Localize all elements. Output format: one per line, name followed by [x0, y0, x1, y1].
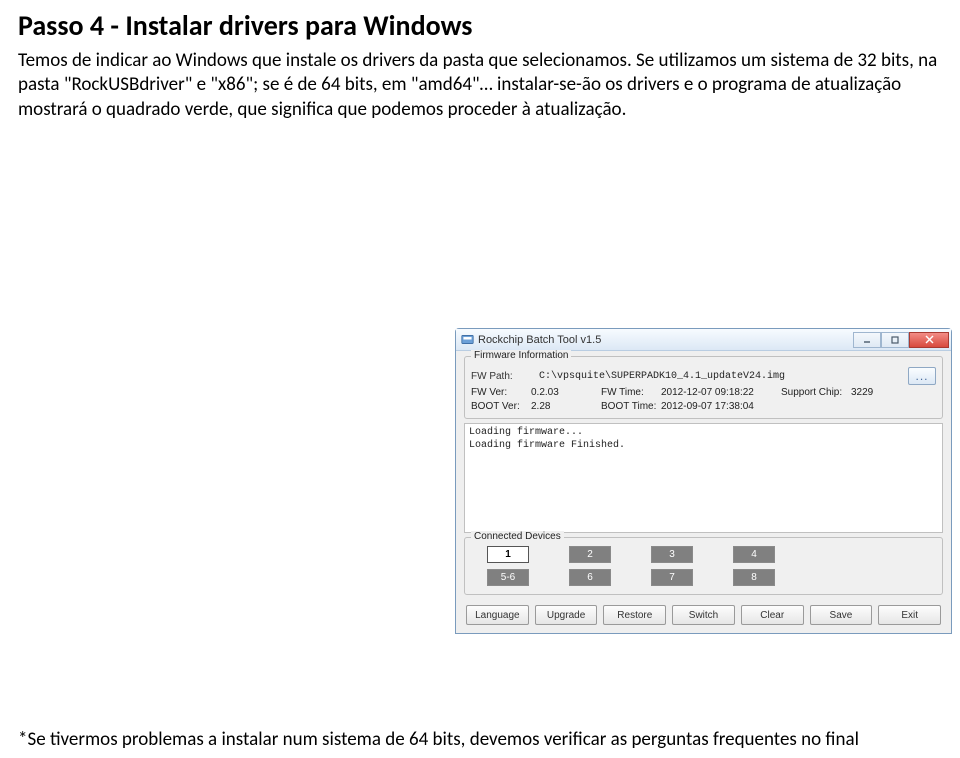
boot-ver-label: BOOT Ver: — [471, 401, 531, 412]
instruction-paragraph: Temos de indicar ao Windows que instale … — [18, 49, 942, 122]
language-button[interactable]: Language — [466, 605, 529, 625]
log-line: Loading firmware Finished. — [469, 440, 938, 453]
device-slot-4[interactable]: 4 — [733, 546, 775, 563]
boot-time-value: 2012-09-07 17:38:04 — [661, 401, 781, 412]
exit-button[interactable]: Exit — [878, 605, 941, 625]
support-chip-label: Support Chip: — [781, 387, 851, 398]
connected-group-title: Connected Devices — [471, 531, 564, 542]
close-button[interactable] — [909, 332, 949, 348]
device-slot-6[interactable]: 6 — [569, 569, 611, 586]
app-icon — [461, 333, 474, 346]
minimize-button[interactable] — [853, 332, 881, 348]
window-controls — [853, 332, 949, 348]
titlebar: Rockchip Batch Tool v1.5 — [456, 329, 951, 351]
page-title: Passo 4 - Instalar drivers para Windows — [18, 8, 942, 43]
fw-ver-label: FW Ver: — [471, 387, 531, 398]
fw-path-label: FW Path: — [471, 371, 523, 382]
button-row: Language Upgrade Restore Switch Clear Sa… — [464, 599, 943, 625]
connected-devices-group: Connected Devices 1 2 3 4 5-6 6 7 8 — [464, 537, 943, 595]
device-slot-7[interactable]: 7 — [651, 569, 693, 586]
screenshot-container: Rockchip Batch Tool v1.5 Firmware Inform… — [455, 328, 952, 634]
device-slot-3[interactable]: 3 — [651, 546, 693, 563]
save-button[interactable]: Save — [810, 605, 873, 625]
maximize-button[interactable] — [881, 332, 909, 348]
firmware-info-group: Firmware Information FW Path: C:\vpsquit… — [464, 356, 943, 419]
log-area: Loading firmware... Loading firmware Fin… — [464, 423, 943, 533]
device-slot-1[interactable]: 1 — [487, 546, 529, 563]
device-slot-5[interactable]: 5-6 — [487, 569, 529, 586]
app-body: Firmware Information FW Path: C:\vpsquit… — [456, 351, 951, 633]
switch-button[interactable]: Switch — [672, 605, 735, 625]
firmware-group-title: Firmware Information — [471, 350, 571, 361]
support-chip-value: 3229 — [851, 387, 891, 398]
device-slot-2[interactable]: 2 — [569, 546, 611, 563]
device-row-2: 5-6 6 7 8 — [471, 565, 936, 588]
firmware-grid: FW Ver: 0.2.03 FW Time: 2012-12-07 09:18… — [471, 387, 936, 412]
upgrade-button[interactable]: Upgrade — [535, 605, 598, 625]
fw-ver-value: 0.2.03 — [531, 387, 601, 398]
log-line: Loading firmware... — [469, 427, 938, 440]
app-window: Rockchip Batch Tool v1.5 Firmware Inform… — [455, 328, 952, 634]
device-slot-8[interactable]: 8 — [733, 569, 775, 586]
restore-button[interactable]: Restore — [603, 605, 666, 625]
fw-time-value: 2012-12-07 09:18:22 — [661, 387, 781, 398]
boot-time-label: BOOT Time: — [601, 401, 661, 412]
browse-button[interactable]: ... — [908, 367, 936, 385]
clear-button[interactable]: Clear — [741, 605, 804, 625]
fw-path-value: C:\vpsquite\SUPERPADK10_4.1_updateV24.im… — [529, 371, 902, 382]
boot-ver-value: 2.28 — [531, 401, 601, 412]
footer-note: *Se tivermos problemas a instalar num si… — [18, 728, 942, 752]
fw-time-label: FW Time: — [601, 387, 661, 398]
device-row-1: 1 2 3 4 — [471, 542, 936, 565]
fw-path-row: FW Path: C:\vpsquite\SUPERPADK10_4.1_upd… — [471, 367, 936, 385]
window-title: Rockchip Batch Tool v1.5 — [478, 334, 853, 346]
